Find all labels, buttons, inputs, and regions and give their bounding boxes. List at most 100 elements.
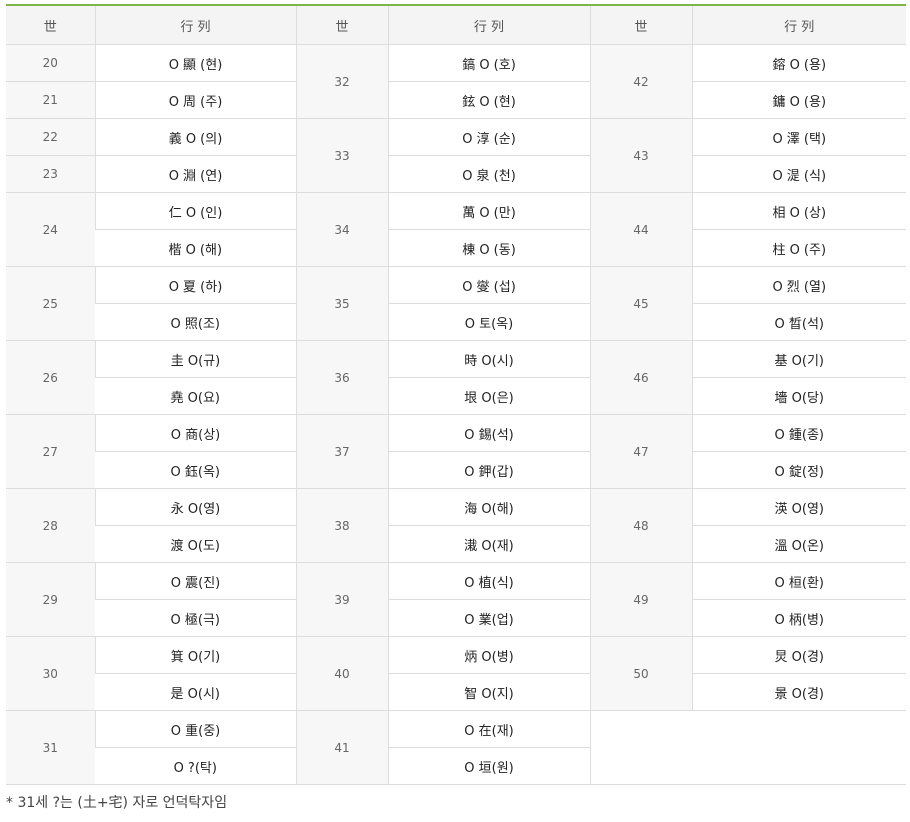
name-character-cell: O 晳(석) (691, 303, 906, 341)
name-character-cell: O 商(상) (94, 414, 296, 452)
name-character-cell: 鎔 O (용) (691, 44, 906, 82)
table-row: 20 O 顯 (현) 32 鎬 O (호) 42 鎔 O (용) (6, 44, 906, 119)
name-character-cell: 相 O (상) (691, 192, 906, 230)
genealogy-table-wrapper: 世 行 列 世 行 列 世 行 列 20 O 顯 (현) 32 鎬 O (호) 42 鎔 … (6, 4, 906, 785)
name-character-cell: O 夏 (하) (94, 266, 296, 304)
name-character-cell: O 澤 (택) (691, 118, 906, 156)
name-character-cell: 鉉 O (현) (387, 81, 590, 119)
generation-number-cell: 42 (589, 44, 692, 119)
name-character-cell: O 在(재) (387, 710, 590, 748)
name-character-cell: O 烈 (열) (691, 266, 906, 304)
generation-number-cell: 26 (6, 340, 95, 415)
table-row: 29 O 震(진) 39 O 植(식) 49 O 桓(환) (6, 562, 906, 637)
name-character-cell: 溨 O(재) (387, 525, 590, 563)
name-character-cell: O 錠(정) (691, 451, 906, 489)
generation-number-cell: 35 (295, 266, 388, 341)
table-row: 渡 O(도) 溨 O(재) 溫 O(온) (6, 525, 906, 563)
name-character-cell: 垠 O(은) (387, 377, 590, 415)
generation-number-cell: 25 (6, 266, 95, 341)
generation-number-cell: 23 (6, 155, 95, 193)
name-character-cell: 萬 O (만) (387, 192, 590, 230)
name-character-cell: O 錫(석) (387, 414, 590, 452)
name-character-cell: 棟 O (동) (387, 229, 590, 267)
header-generation-2: 世 (295, 5, 388, 45)
name-character-cell: 海 O(해) (387, 488, 590, 526)
generation-number-cell: 44 (589, 192, 692, 267)
generation-number-cell: 24 (6, 192, 95, 267)
generation-number-cell: 43 (589, 118, 692, 193)
name-character-cell: O 植(식) (387, 562, 590, 600)
table-row: O 照(조) O 토(옥) O 晳(석) (6, 303, 906, 341)
name-character-cell: O 湜 (식) (691, 155, 906, 193)
table-row: 堯 O(요) 垠 O(은) 墻 O(당) (6, 377, 906, 415)
table-row: 23 O 淵 (연) O 泉 (천) O 湜 (식) (6, 155, 906, 193)
name-character-cell: 炅 O(경) (691, 636, 906, 674)
name-character-cell: O 淳 (순) (387, 118, 590, 156)
name-character-cell: 鎬 O (호) (387, 44, 590, 82)
generation-number-cell: 39 (295, 562, 388, 637)
empty-cell (589, 710, 906, 785)
table-row: 楷 O (해) 棟 O (동) 柱 O (주) (6, 229, 906, 267)
name-character-cell: 墻 O(당) (691, 377, 906, 415)
name-character-cell: 景 O(경) (691, 673, 906, 711)
table-row: 21 O 周 (주) 鉉 O (현) 鏞 O (용) (6, 81, 906, 119)
generation-number-cell: 32 (295, 44, 388, 119)
table-row: 30 箕 O(기) 40 炳 O(병) 50 炅 O(경) (6, 636, 906, 711)
generation-number-cell: 28 (6, 488, 95, 563)
name-character-cell: 鏞 O (용) (691, 81, 906, 119)
name-character-cell: O 鉀(갑) (387, 451, 590, 489)
name-character-cell: O 柄(병) (691, 599, 906, 637)
name-character-cell: 仁 O (인) (94, 192, 296, 230)
generation-number-cell: 49 (589, 562, 692, 637)
header-row-column-3: 行 列 (691, 5, 906, 45)
name-character-cell: 楷 O (해) (95, 229, 296, 267)
table-row: 22 義 O (의) 33 O 淳 (순) 43 O 澤 (택) (6, 118, 906, 193)
name-character-cell: O 燮 (섭) (387, 266, 590, 304)
name-character-cell: 義 O (의) (94, 118, 296, 156)
name-character-cell: 堯 O(요) (95, 377, 296, 415)
generation-number-cell: 37 (295, 414, 388, 489)
table-row: O 鈺(옥) O 鉀(갑) O 錠(정) (6, 451, 906, 489)
generation-number-cell: 36 (295, 340, 388, 415)
generation-number-cell: 40 (295, 636, 388, 711)
generation-number-cell: 30 (6, 636, 95, 711)
name-character-cell: 智 O(지) (387, 673, 590, 711)
name-character-cell: 時 O(시) (387, 340, 590, 378)
name-character-cell: O 토(옥) (387, 303, 590, 341)
table-row: 31 O 重(중) 41 O 在(재) (6, 710, 906, 785)
name-character-cell: 圭 O(규) (94, 340, 296, 378)
generation-number-cell: 50 (589, 636, 692, 711)
table-row: O 極(극) O 業(업) O 柄(병) (6, 599, 906, 637)
header-row-column-2: 行 列 (387, 5, 590, 45)
generation-number-cell: 41 (295, 710, 388, 785)
generation-number-cell: 45 (589, 266, 692, 341)
name-character-cell: 箕 O(기) (94, 636, 296, 674)
table-row: 25 O 夏 (하) 35 O 燮 (섭) 45 O 烈 (열) (6, 266, 906, 341)
table-row: 26 圭 O(규) 36 時 O(시) 46 基 O(기) (6, 340, 906, 415)
name-character-cell: 渶 O(영) (691, 488, 906, 526)
generation-number-cell: 20 (6, 44, 95, 82)
generation-number-cell: 47 (589, 414, 692, 489)
name-character-cell: O 鍾(종) (691, 414, 906, 452)
generation-number-cell: 33 (295, 118, 388, 193)
header-generation-1: 世 (6, 5, 95, 45)
footnote: * 31세 ?는 (土+宅) 자로 언덕탁자임 (6, 795, 228, 811)
header-generation-3: 世 (589, 5, 692, 45)
generation-number-cell: 21 (6, 81, 95, 119)
generation-number-cell: 29 (6, 562, 95, 637)
name-character-cell: O 周 (주) (94, 81, 296, 119)
name-character-cell: O 照(조) (95, 303, 296, 341)
name-character-cell: O 業(업) (387, 599, 590, 637)
generation-number-cell: 27 (6, 414, 95, 489)
table-body: 20 O 顯 (현) 32 鎬 O (호) 42 鎔 O (용) 21 O 周 (주) 鉉 O … (6, 44, 906, 785)
name-character-cell: O 鈺(옥) (95, 451, 296, 489)
name-character-cell: 炳 O(병) (387, 636, 590, 674)
table-row: 27 O 商(상) 37 O 錫(석) 47 O 鍾(종) (6, 414, 906, 489)
table-row: 24 仁 O (인) 34 萬 O (만) 44 相 O (상) (6, 192, 906, 267)
name-character-cell: O 垣(원) (387, 747, 590, 785)
name-character-cell: O 震(진) (94, 562, 296, 600)
generation-number-cell: 48 (589, 488, 692, 563)
generation-number-cell: 34 (295, 192, 388, 267)
name-character-cell: O ?(탁) (95, 747, 296, 785)
name-character-cell: O 桓(환) (691, 562, 906, 600)
